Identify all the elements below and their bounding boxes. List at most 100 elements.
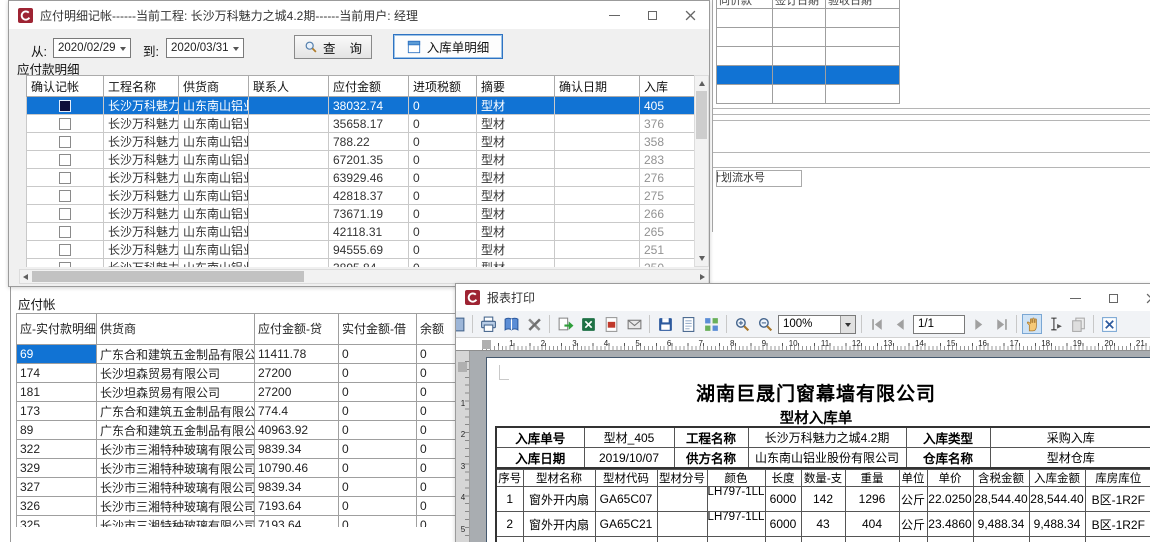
table-row[interactable] [717, 85, 900, 104]
page-setup-icon[interactable] [678, 314, 698, 334]
book-icon[interactable] [501, 314, 521, 334]
scrollbar-thumb[interactable] [696, 91, 707, 139]
zoom-in-icon[interactable] [732, 314, 752, 334]
maximize-button[interactable] [633, 1, 671, 29]
table-row-selected[interactable] [717, 66, 900, 85]
confirm-checkbox[interactable] [59, 172, 71, 184]
cell-seq: 2 [496, 512, 523, 537]
vertical-scrollbar[interactable] [694, 75, 709, 267]
confirm-checkbox[interactable] [59, 226, 71, 238]
copy-icon[interactable] [1068, 314, 1088, 334]
cell-inbound-no: 376 [640, 115, 695, 133]
ruler-number: 15 [924, 338, 956, 351]
scrollbar-thumb[interactable] [32, 271, 304, 282]
table-row[interactable]: 89 广东合和建筑五金制品有限公司 40963.92 0 0 [17, 421, 471, 440]
column-header: 单价 [927, 470, 973, 487]
table-row[interactable]: 长沙万科魅力... 山东南山铝业... 35658.17 0 型材 376 [27, 115, 695, 133]
table-row[interactable]: 322 长沙市三湘特种玻璃有限公司 9839.34 0 0 [17, 440, 471, 459]
table-row[interactable]: 长沙万科魅力... 山东南山铝业... 788.22 0 型材 358 [27, 133, 695, 151]
close-button[interactable] [671, 1, 709, 29]
table-row[interactable]: 长沙万科魅力... 山东南山铝业... 73671.19 0 型材 266 [27, 205, 695, 223]
previous-page-icon[interactable] [890, 314, 910, 334]
cell-supplier: 山东南山铝业... [179, 97, 249, 115]
minimize-button[interactable] [1056, 284, 1094, 312]
table-row[interactable]: 长沙万科魅力... 山东南山铝业... 67201.35 0 型材 283 [27, 151, 695, 169]
confirm-checkbox[interactable] [59, 244, 71, 256]
table-row[interactable]: 327 长沙市三湘特种玻璃有限公司 9839.34 0 0 [17, 478, 471, 497]
table-row[interactable] [717, 47, 900, 66]
scroll-left-icon[interactable] [23, 274, 28, 280]
toolbar-partial-icon[interactable] [456, 314, 467, 334]
table-row[interactable]: 329 长沙市三湘特种玻璃有限公司 10790.46 0 0 [17, 459, 471, 478]
maximize-button[interactable] [1094, 284, 1132, 312]
settings-tools-icon[interactable] [524, 314, 544, 334]
table-row[interactable] [717, 9, 900, 28]
close-preview-icon[interactable] [1099, 314, 1119, 334]
table-row[interactable]: 181 长沙坦森贸易有限公司 27200 0 0 [17, 383, 471, 402]
table-row[interactable]: 325 长沙市三湘特种玻璃有限公司 7193.64 0 0 [17, 516, 471, 528]
excel-export-icon[interactable] [578, 314, 598, 334]
table-row[interactable]: 326 长沙市三湘特种玻璃有限公司 7193.64 0 0 [17, 497, 471, 516]
table-row[interactable]: 长沙万科魅力... 山东南山铝业... 42118.31 0 型材 265 [27, 223, 695, 241]
minimize-button[interactable] [595, 1, 633, 29]
page-number-input[interactable]: 1/1 [913, 315, 965, 334]
to-date-combo[interactable]: 2020/03/31 [166, 38, 244, 58]
cell-contact [249, 133, 329, 151]
column-header: 应付金额-贷 [255, 314, 339, 345]
inbound-detail-button[interactable]: 入库单明细 [393, 34, 503, 59]
print-preview-area[interactable]: 湖南巨晟门窗幕墙有限公司 型材入库单 入库单号 型材_405 工程名称 [456, 351, 1150, 542]
table-row[interactable]: 长沙万科魅力... 山东南山铝业... 38032.74 0 型材 405 [27, 97, 695, 115]
table-row[interactable]: 173 广东合和建筑五金制品有限公司 774.4 0 0 [17, 402, 471, 421]
chevron-down-icon[interactable] [840, 316, 855, 333]
next-page-icon[interactable] [968, 314, 988, 334]
scroll-up-icon[interactable] [699, 81, 705, 86]
hand-pan-tool-icon[interactable] [1022, 314, 1042, 334]
from-label: 从: [31, 41, 47, 60]
confirm-checkbox[interactable] [59, 118, 71, 130]
table-row[interactable]: 长沙万科魅力... 山东南山铝业... 3895.84 0 型材 250 [27, 259, 695, 268]
first-page-icon[interactable] [867, 314, 887, 334]
cell-color: LH797-1LL [707, 487, 765, 512]
confirm-checkbox[interactable] [59, 154, 71, 166]
table-row[interactable] [717, 28, 900, 47]
table-header-row: 应-实付款明细ID供货商应付金额-贷实付金额-借余额 [17, 314, 471, 345]
close-button[interactable] [1132, 284, 1150, 312]
text-select-tool-icon[interactable] [1045, 314, 1065, 334]
confirm-checkbox[interactable] [59, 262, 71, 267]
table-row[interactable]: 69 广东合和建筑五金制品有限公司 11411.78 0 0 [17, 345, 471, 364]
confirm-checkbox[interactable] [59, 100, 71, 112]
report-table-wrap: 入库单号 型材_405 工程名称 长沙万科魅力之城4.2期 入库类型 采购入库 … [495, 426, 1150, 542]
search-icon [304, 40, 318, 54]
save-icon[interactable] [655, 314, 675, 334]
cell-debit: 0 [339, 478, 417, 497]
zoom-out-icon[interactable] [755, 314, 775, 334]
last-page-icon[interactable] [991, 314, 1011, 334]
serial-number-field[interactable]: 计划流水号 [716, 170, 802, 187]
ruler-number: 8 [703, 338, 735, 351]
query-button[interactable]: 查 询 [294, 35, 372, 59]
cell-project: 长沙万科魅力... [104, 187, 179, 205]
cell-supplier: 长沙坦森贸易有限公司 [97, 364, 255, 383]
table-row[interactable]: 长沙万科魅力... 山东南山铝业... 63929.46 0 型材 276 [27, 169, 695, 187]
confirm-checkbox[interactable] [59, 136, 71, 148]
info-value: 型材_405 [584, 427, 674, 448]
table-row[interactable]: 174 长沙坦森贸易有限公司 27200 0 0 [17, 364, 471, 383]
from-date-combo[interactable]: 2020/02/29 [53, 38, 131, 58]
confirm-checkbox[interactable] [59, 190, 71, 202]
zoom-level-combo[interactable]: 100% [778, 315, 856, 334]
ruler-number: 5 [456, 502, 470, 534]
pdf-export-icon[interactable] [601, 314, 621, 334]
table-header-row: 同价款 签订日期 验收日期 [717, 0, 900, 9]
mail-icon[interactable] [624, 314, 644, 334]
thumbnails-icon[interactable] [701, 314, 721, 334]
ruler-number: 21 [1113, 338, 1145, 351]
table-row[interactable]: 长沙万科魅力... 山东南山铝业... 42818.37 0 型材 275 [27, 187, 695, 205]
confirm-checkbox[interactable] [59, 208, 71, 220]
ruler-number: 2 [456, 408, 470, 440]
table-row[interactable]: 长沙万科魅力... 山东南山铝业... 94555.69 0 型材 251 [27, 241, 695, 259]
export-icon[interactable] [555, 314, 575, 334]
scroll-down-icon[interactable] [699, 256, 705, 261]
print-icon[interactable] [478, 314, 498, 334]
scroll-right-icon[interactable] [700, 274, 705, 280]
horizontal-scrollbar[interactable] [19, 269, 709, 284]
